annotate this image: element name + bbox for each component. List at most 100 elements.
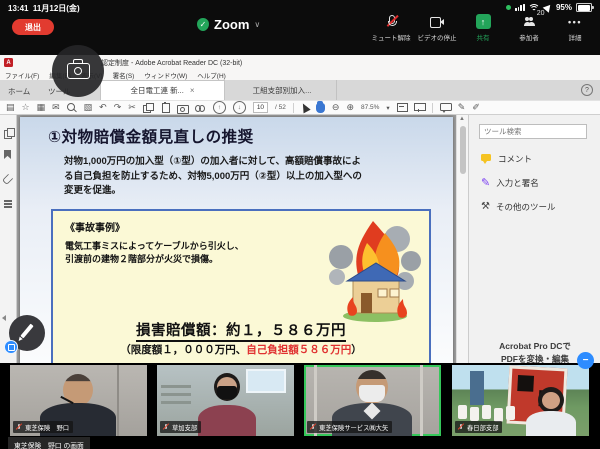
pencil-icon	[20, 324, 33, 339]
battery-percent: 95%	[556, 3, 572, 12]
zoom-meeting-toolbar: 13:41 11月12日(金) 95% 退出 ✓ Zoom ∨ ミュート解除	[0, 0, 600, 55]
video-camera-icon	[430, 17, 444, 26]
help-icon[interactable]: ?	[581, 84, 593, 96]
mic-muted-icon	[387, 15, 396, 28]
page-number-input[interactable]: 10	[253, 102, 268, 113]
acrobat-toolbar: ▤ ☆ ▦ ✉ ▧ ↶ ↷ ✂ ↑ ↓ 10 / 52 ⊖ ⊕ 87.5% ▾	[0, 100, 600, 115]
ipad-screen: 13:41 11月12日(金) 95% 退出 ✓ Zoom ∨ ミュート解除	[0, 0, 600, 449]
panel-item-fill-sign[interactable]: ✎ 入力と署名	[481, 177, 539, 189]
burning-house-illustration	[325, 219, 421, 323]
panel-item-comment[interactable]: コメント	[481, 153, 532, 165]
vertical-scrollbar[interactable]: ▲	[456, 115, 468, 363]
meeting-title-label: Zoom	[214, 17, 249, 32]
meeting-title[interactable]: ✓ Zoom ∨	[197, 17, 260, 32]
previous-page-icon[interactable]: ↑	[213, 101, 226, 114]
paste-icon[interactable]	[160, 103, 170, 113]
face-mask	[359, 385, 385, 402]
tool-search-input[interactable]	[479, 124, 587, 139]
search-document-icon[interactable]	[195, 104, 206, 112]
case-line-1: 電気工事ミスによってケーブルから引火し、	[65, 239, 244, 252]
panel-item-more-tools[interactable]: ⚒ その他のツール	[481, 201, 555, 213]
scrollbar-thumb[interactable]	[460, 126, 466, 174]
comment-bubble-icon	[481, 154, 492, 164]
participants-count: 20	[537, 10, 545, 17]
collapse-panel-icon[interactable]	[2, 315, 6, 321]
cut-icon[interactable]: ✂	[128, 103, 136, 112]
video-strip: 東芝保険 野口 草加支部 東芝保険サービス㈱大矢	[0, 363, 600, 449]
case-example-box: 《事故事例》 電気工事ミスによってケーブルから引火し、 引渡前の建物２階部分が火…	[51, 209, 431, 363]
minimize-videos-button[interactable]: −	[577, 352, 594, 369]
zoom-level[interactable]: 87.5%	[361, 104, 379, 111]
participant-body	[198, 405, 256, 436]
undo-icon[interactable]: ↶	[99, 103, 107, 112]
page-thumbnails-icon[interactable]	[4, 128, 13, 138]
print-icon[interactable]: ▦	[37, 103, 46, 112]
muted-mic-icon	[458, 423, 464, 431]
save-icon[interactable]: ▤	[6, 103, 15, 112]
more-dots-icon: •••	[568, 17, 582, 27]
scroll-up-icon[interactable]: ▲	[459, 116, 465, 122]
participant-name-label: 東芝保険サービス㈱大矢	[307, 421, 392, 433]
fit-width-icon[interactable]	[397, 103, 407, 112]
meeting-controls: ミュート解除 ビデオの停止 ↑ 共有 20 参加者 ••• 詳細	[368, 14, 598, 42]
zoom-out-icon[interactable]: ⊖	[332, 103, 340, 112]
video-tile-2[interactable]: 草加支部	[157, 365, 294, 436]
highlight-icon[interactable]: ✎	[458, 103, 466, 112]
participants-button[interactable]: 20 参加者	[506, 14, 552, 42]
star-icon[interactable]: ☆	[22, 103, 30, 112]
copy-icon[interactable]	[143, 103, 153, 113]
redo-icon[interactable]: ↷	[114, 103, 122, 112]
cellular-signal-icon	[515, 4, 525, 11]
snapshot-icon[interactable]	[177, 103, 188, 112]
share-button[interactable]: ↑ 共有	[460, 14, 506, 42]
select-tool-icon[interactable]	[299, 102, 310, 114]
fill-sign-pen-icon: ✎	[481, 178, 490, 189]
tab-document-active[interactable]: 全日電工連 新... ×	[100, 80, 225, 100]
menu-help[interactable]: ヘルプ(H)	[197, 70, 226, 80]
camera-icon	[67, 63, 90, 79]
status-time: 13:41	[8, 4, 28, 13]
attachments-icon[interactable]	[2, 174, 13, 185]
menu-window[interactable]: ウィンドウ(W)	[144, 70, 187, 80]
tab-home[interactable]: ホーム	[8, 86, 30, 97]
stop-video-button[interactable]: ビデオの停止	[414, 14, 460, 42]
next-page-icon[interactable]: ↓	[233, 101, 246, 114]
video-tile-3[interactable]: 東芝保険サービス㈱大矢	[304, 365, 441, 436]
status-clock: 13:41 11月12日(金)	[8, 3, 80, 14]
zoom-in-icon[interactable]: ⊕	[346, 103, 354, 112]
tab-document-other[interactable]: 工組支部別加入...	[228, 80, 337, 100]
window-title: 認定制度 - Adobe Acrobat Reader DC (32-bit)	[101, 58, 242, 68]
more-button[interactable]: ••• 詳細	[552, 14, 598, 42]
muted-mic-icon	[16, 423, 22, 431]
status-date: 11月12日(金)	[33, 4, 80, 13]
email-icon[interactable]: ✉	[52, 103, 60, 112]
bookmarks-icon[interactable]	[4, 150, 11, 159]
menu-sign[interactable]: 署名(S)	[113, 70, 135, 80]
unmute-button[interactable]: ミュート解除	[368, 14, 414, 42]
annotation-badge-icon[interactable]	[4, 340, 18, 354]
participant-face	[542, 392, 560, 409]
acrobat-app-icon: A	[4, 58, 13, 67]
video-tile-4[interactable]: 春日部支部	[452, 365, 589, 436]
case-line-2: 引渡前の建物２階部分が火災で損傷。	[65, 252, 218, 265]
screenshot-overlay-button[interactable]	[52, 45, 104, 97]
participants-icon	[528, 17, 535, 26]
damages-breakdown: （限度額１，０００万円、自己負担額５８６万円）	[53, 342, 429, 357]
close-tab-icon[interactable]: ×	[190, 86, 195, 95]
zoom-caret-icon[interactable]: ▾	[386, 104, 389, 112]
leave-meeting-button[interactable]: 退出	[12, 19, 54, 35]
muted-mic-icon	[163, 423, 169, 431]
find-icon[interactable]	[67, 103, 77, 113]
export-pdf-icon[interactable]: ▧	[84, 103, 93, 112]
share-screen-icon: ↑	[476, 14, 491, 29]
read-mode-icon[interactable]	[414, 103, 425, 113]
pdf-page[interactable]: ①対物賠償金額見直しの推奨 対物1,000万円の加入型（①型）の加入者に対して、…	[20, 117, 453, 363]
comment-icon[interactable]	[440, 103, 451, 113]
participant-body	[526, 411, 576, 436]
hand-tool-icon[interactable]	[316, 103, 325, 113]
layers-icon[interactable]	[4, 200, 12, 202]
video-tile-1[interactable]: 東芝保険 野口	[10, 365, 147, 436]
menu-file[interactable]: ファイル(F)	[5, 70, 39, 80]
self-burden-amount: 自己負担額５８６万円	[246, 344, 351, 356]
fill-sign-icon[interactable]: ✐	[472, 103, 480, 112]
